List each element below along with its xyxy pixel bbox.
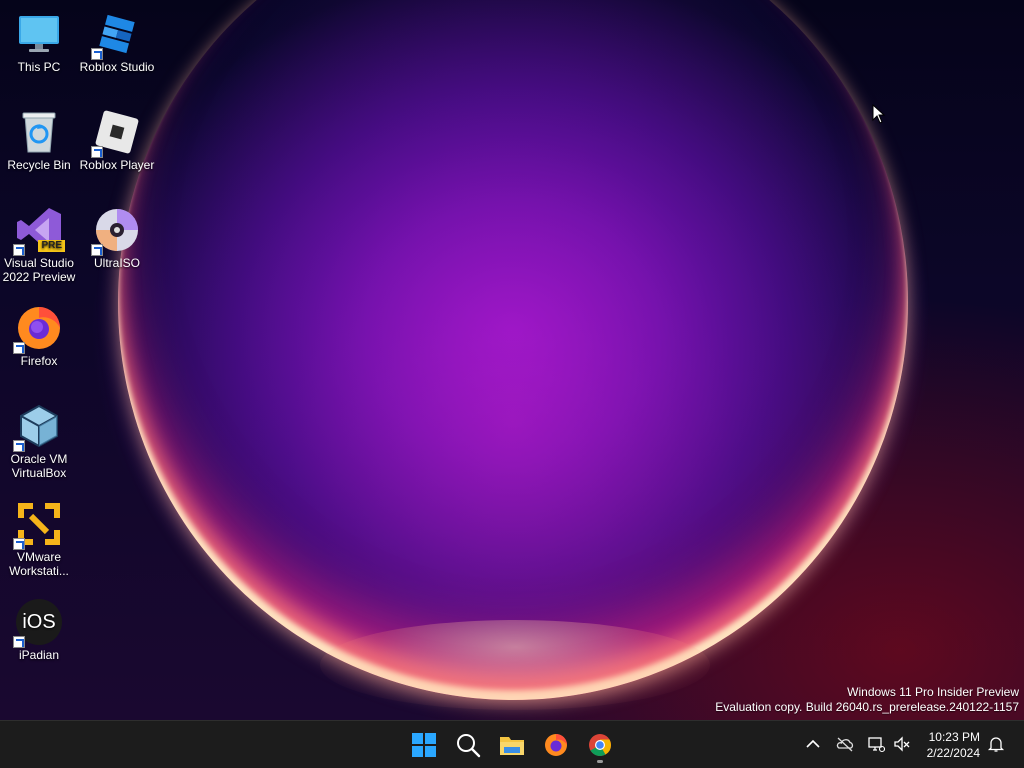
network-icon xyxy=(868,737,885,753)
icon-label: Recycle Bin xyxy=(7,158,71,172)
clock-time: 10:23 PM xyxy=(928,730,980,744)
recycle-bin-icon xyxy=(15,108,63,156)
watermark-line-2: Evaluation copy. Build 26040.rs_prerelea… xyxy=(715,700,1019,714)
search-button[interactable] xyxy=(448,725,488,765)
roblox-player-icon xyxy=(91,108,141,158)
shortcut-arrow-icon xyxy=(91,146,103,158)
onedrive-icon xyxy=(836,737,854,752)
taskbar-chrome-button[interactable] xyxy=(580,725,620,765)
mouse-cursor-icon xyxy=(872,103,886,124)
desktop-icon-roblox-player[interactable]: Roblox Player xyxy=(78,102,156,172)
icon-label: Roblox Player xyxy=(79,158,155,172)
wallpaper-glow xyxy=(320,620,710,710)
icon-label: iPadian xyxy=(18,648,60,662)
desktop-icon-firefox[interactable]: Firefox xyxy=(0,298,78,368)
wallpaper-bloom xyxy=(118,0,908,700)
monitor-icon xyxy=(15,10,63,58)
folder-icon xyxy=(500,737,524,755)
running-indicator xyxy=(597,760,603,763)
taskbar-firefox-button[interactable] xyxy=(536,725,576,765)
icon-label: UltraISO xyxy=(93,256,140,270)
shortcut-arrow-icon xyxy=(91,48,103,60)
shortcut-arrow-icon xyxy=(13,440,25,452)
shortcut-arrow-icon xyxy=(13,538,25,550)
firefox-icon xyxy=(13,304,63,354)
icon-label: Firefox xyxy=(20,354,58,368)
icon-label: Oracle VM VirtualBox xyxy=(10,452,68,480)
desktop-icon-recycle-bin[interactable]: Recycle Bin xyxy=(0,102,78,172)
notification-center-button[interactable] xyxy=(986,734,1006,754)
desktop-icon-ultraiso[interactable]: UltraISO xyxy=(78,200,156,270)
search-icon xyxy=(457,734,481,758)
shortcut-arrow-icon xyxy=(13,244,25,256)
shortcut-arrow-icon xyxy=(13,342,25,354)
desktop-icon-roblox-studio[interactable]: Roblox Studio xyxy=(78,4,156,74)
chrome-icon xyxy=(589,734,611,756)
chevron-up-icon xyxy=(806,739,820,748)
onedrive-tray-button[interactable] xyxy=(835,734,855,754)
taskbar: 10:23 PM 2/22/2024 xyxy=(0,720,1024,768)
icon-label: VMware Workstati... xyxy=(9,550,69,578)
volume-muted-icon xyxy=(894,736,910,752)
ios-glyph: iOS xyxy=(22,611,56,633)
virtualbox-icon xyxy=(13,402,63,452)
evaluation-watermark: Windows 11 Pro Insider Preview Evaluatio… xyxy=(715,685,1019,715)
volume-tray-button[interactable] xyxy=(892,734,912,754)
icon-label: Visual Studio 2022 Preview xyxy=(2,256,76,284)
clock-date: 2/22/2024 xyxy=(926,746,980,760)
vmware-icon xyxy=(13,500,63,550)
shortcut-arrow-icon xyxy=(13,636,25,648)
watermark-line-1: Windows 11 Pro Insider Preview xyxy=(847,685,1019,699)
network-tray-button[interactable] xyxy=(866,734,886,754)
file-explorer-button[interactable] xyxy=(492,725,532,765)
icon-label: This PC xyxy=(17,60,61,74)
visual-studio-icon: PRE xyxy=(13,206,65,256)
shortcut-arrow-icon xyxy=(91,244,103,256)
clock[interactable]: 10:23 PM 2/22/2024 xyxy=(927,729,980,761)
preview-badge: PRE xyxy=(38,240,65,252)
icon-label: Roblox Studio xyxy=(79,60,155,74)
start-button[interactable] xyxy=(404,725,444,765)
desktop-icon-visual-studio[interactable]: PRE Visual Studio 2022 Preview xyxy=(0,200,78,284)
windows-start-icon xyxy=(412,733,436,757)
desktop-icon-ipadian[interactable]: iOS iPadian xyxy=(0,592,78,662)
firefox-icon xyxy=(545,734,567,756)
desktop-icon-vmware[interactable]: VMware Workstati... xyxy=(0,494,78,578)
desktop-icon-virtualbox[interactable]: Oracle VM VirtualBox xyxy=(0,396,78,480)
disc-icon xyxy=(91,206,141,256)
roblox-studio-icon xyxy=(91,10,141,60)
notification-bell-icon xyxy=(987,737,1005,752)
show-hidden-icons-button[interactable] xyxy=(803,734,823,754)
ios-icon: iOS xyxy=(13,598,63,648)
desktop-icon-this-pc[interactable]: This PC xyxy=(0,4,78,74)
